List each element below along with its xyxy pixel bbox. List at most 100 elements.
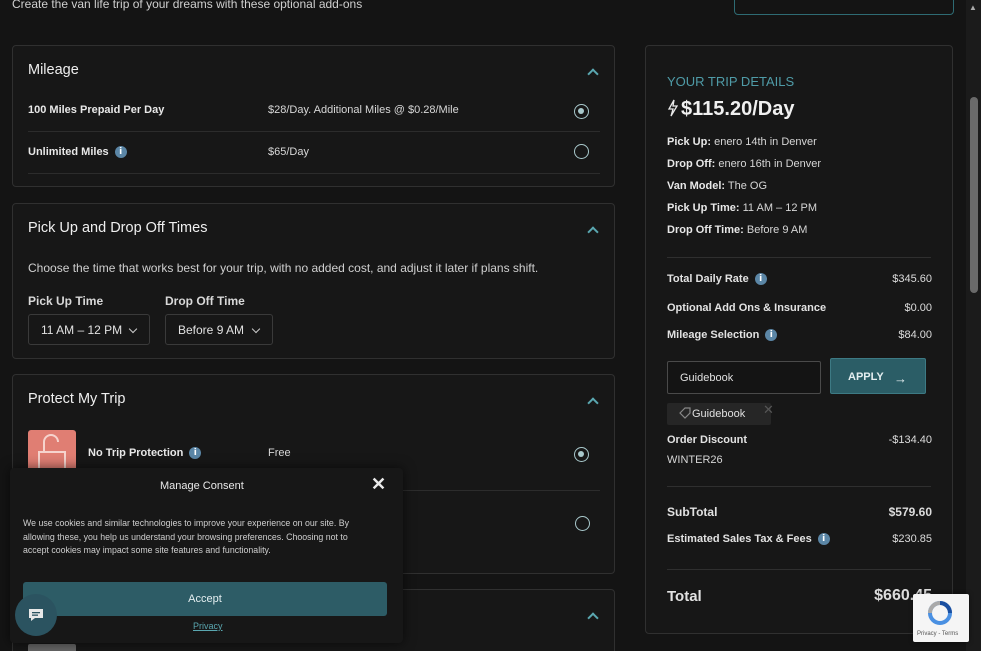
dropoff-time-select[interactable]: Before 9 AM <box>165 314 273 345</box>
coupon-input[interactable]: Guidebook <box>667 361 821 394</box>
detail-value: enero 16th in Denver <box>718 158 822 170</box>
detail-value: Before 9 AM <box>746 224 808 236</box>
info-icon[interactable]: i <box>817 533 830 546</box>
times-description: Choose the time that works best for your… <box>28 261 539 275</box>
daily-rate-value: $115.20/Day <box>681 98 795 120</box>
subtotal-value: $579.60 <box>888 505 932 519</box>
tax-label: Estimated Sales Tax & Fees i <box>667 533 830 546</box>
mileage-option[interactable]: Unlimited Miles i $65/Day <box>28 132 600 174</box>
total-label: Total <box>667 588 702 605</box>
apply-label: APPLY <box>848 371 884 383</box>
chevron-up-icon[interactable] <box>587 68 599 80</box>
total-daily-rate-value: $345.60 <box>892 273 932 285</box>
tax-value: $230.85 <box>892 533 932 545</box>
divider <box>667 486 931 487</box>
divider <box>667 257 931 258</box>
apply-button[interactable]: APPLY → <box>830 358 926 394</box>
chevron-up-icon[interactable] <box>587 612 599 624</box>
info-icon[interactable]: i <box>754 273 767 286</box>
option-price: $65/Day <box>268 146 309 158</box>
divider <box>667 569 931 570</box>
info-icon[interactable]: i <box>765 329 778 342</box>
detail-label: Pick Up: <box>667 136 712 148</box>
pickup-time-select[interactable]: 11 AM – 12 PM <box>28 314 150 345</box>
page-subtitle: Create the van life trip of your dreams … <box>12 0 363 11</box>
mileage-option[interactable]: 100 Miles Prepaid Per Day $28/Day. Addit… <box>28 90 600 132</box>
option-name-text: No Trip Protection <box>88 447 184 459</box>
option-name: 100 Miles Prepaid Per Day <box>28 104 165 116</box>
info-icon[interactable]: i <box>114 146 127 159</box>
detail-label: Drop Off: <box>667 158 716 170</box>
close-icon[interactable]: ✕ <box>371 474 386 495</box>
mileage-title: Mileage <box>28 62 79 78</box>
pickup-time-value: 11 AM – 12 PM <box>41 323 123 337</box>
consent-text: We use cookies and similar technologies … <box>23 518 349 555</box>
option-radio[interactable] <box>574 144 589 159</box>
chip-label: Guidebook <box>692 408 746 420</box>
detail-pickup: Pick Up: enero 14th in Denver <box>667 136 817 148</box>
detail-dropoff-time: Drop Off Time: Before 9 AM <box>667 224 807 236</box>
consent-title: Manage Consent <box>160 480 244 492</box>
detail-van-model: Van Model: The OG <box>667 180 767 192</box>
mileage-selection-label: Mileage Selection i <box>667 329 778 342</box>
tag-icon <box>679 407 691 422</box>
detail-value: 11 AM – 12 PM <box>742 202 817 214</box>
trip-heading: YOUR TRIP DETAILS <box>667 74 795 89</box>
consent-modal: Manage Consent ✕ We use cookies and simi… <box>10 468 403 643</box>
chevron-up-icon[interactable] <box>587 397 599 409</box>
detail-dropoff: Drop Off: enero 16th in Denver <box>667 158 821 170</box>
option-name: No Trip Protection i <box>88 447 202 460</box>
privacy-link[interactable]: Privacy <box>193 621 223 631</box>
protection-title: Protect My Trip <box>28 391 126 407</box>
option-price: $28/Day. Additional Miles @ $0.28/Mile <box>268 104 459 116</box>
chat-button[interactable] <box>15 594 57 636</box>
chat-icon <box>27 606 45 629</box>
detail-label: Pick Up Time: <box>667 202 740 214</box>
chevron-down-icon <box>251 324 261 334</box>
option-name: Unlimited Miles i <box>28 146 127 159</box>
label-text: Estimated Sales Tax & Fees <box>667 533 812 545</box>
info-icon[interactable]: i <box>189 447 202 460</box>
daily-rate: $115.20/Day <box>667 98 794 123</box>
addons-value: $0.00 <box>904 302 932 314</box>
top-action-button[interactable] <box>734 0 954 15</box>
detail-label: Van Model: <box>667 180 726 192</box>
recaptcha-icon <box>925 600 955 631</box>
coupon-chip: Guidebook <box>667 403 771 425</box>
close-icon[interactable]: ✕ <box>763 402 774 418</box>
option-radio[interactable] <box>574 104 589 119</box>
lightning-icon <box>667 99 679 123</box>
detail-label: Drop Off Time: <box>667 224 744 236</box>
option-name-text: Unlimited Miles <box>28 146 109 158</box>
order-discount-value: -$134.40 <box>888 434 932 446</box>
option-radio[interactable] <box>575 516 590 531</box>
mileage-selection-value: $84.00 <box>898 329 932 341</box>
addon-thumbnail <box>28 644 76 651</box>
chevron-down-icon <box>128 324 138 334</box>
dropoff-time-label: Drop Off Time <box>165 294 245 308</box>
dropoff-time-value: Before 9 AM <box>178 323 245 337</box>
subtotal-label: SubTotal <box>667 505 718 519</box>
chevron-up-icon[interactable] <box>587 226 599 238</box>
times-title: Pick Up and Drop Off Times <box>28 220 208 236</box>
detail-value: enero 14th in Denver <box>714 136 817 148</box>
recaptcha-badge[interactable]: Privacy - Terms <box>913 594 969 642</box>
option-price: Free <box>268 447 291 459</box>
total-daily-rate-label: Total Daily Rate i <box>667 273 767 286</box>
times-card: Pick Up and Drop Off Times Choose the ti… <box>12 203 615 359</box>
label-text: Total Daily Rate <box>667 273 749 285</box>
discount-code: WINTER26 <box>667 454 723 466</box>
option-radio[interactable] <box>574 447 589 462</box>
trip-details-panel: YOUR TRIP DETAILS $115.20/Day Pick Up: e… <box>645 45 953 634</box>
scroll-thumb[interactable] <box>970 97 978 293</box>
arrow-right-icon: → <box>894 371 907 386</box>
scroll-up-icon[interactable]: ▲ <box>969 3 977 12</box>
mileage-card: Mileage 100 Miles Prepaid Per Day $28/Da… <box>12 45 615 187</box>
recaptcha-text: Privacy - Terms <box>917 631 959 637</box>
detail-value: The OG <box>727 180 768 192</box>
lock-icon <box>28 430 76 472</box>
label-text: Mileage Selection <box>667 329 760 341</box>
scrollbar[interactable]: ▲ <box>966 0 981 651</box>
detail-pickup-time: Pick Up Time: 11 AM – 12 PM <box>667 202 817 214</box>
accept-button[interactable]: Accept <box>23 582 387 616</box>
